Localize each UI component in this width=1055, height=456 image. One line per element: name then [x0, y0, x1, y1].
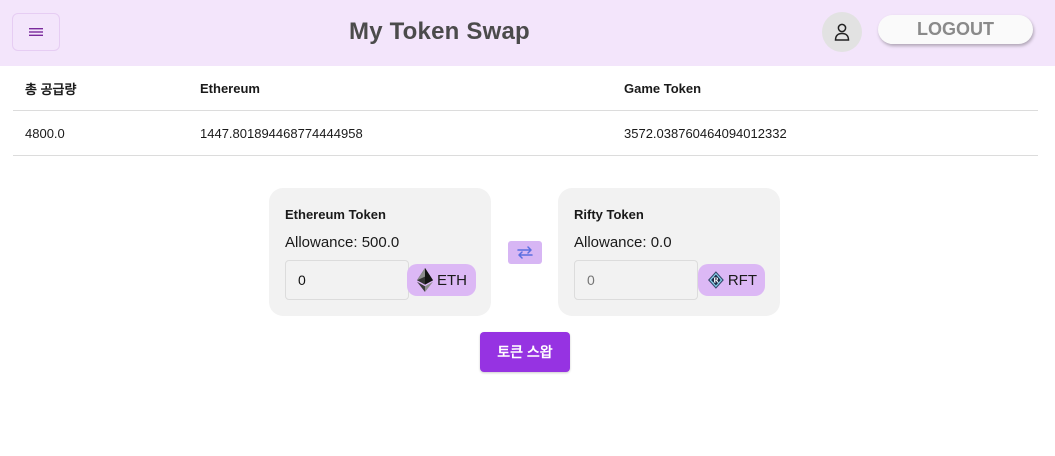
switch-direction-button[interactable]: [508, 241, 542, 264]
user-icon: [834, 23, 850, 41]
logout-button[interactable]: LOGOUT: [878, 15, 1033, 44]
supply-table: 총 공급량 Ethereum Game Token 4800.0 1447.80…: [13, 66, 1038, 156]
to-token-card: Rifty Token Allowance: 0.0 R RFT: [558, 188, 780, 316]
token-swap-button[interactable]: 토큰 스왑: [480, 332, 570, 372]
cell-total-supply: 4800.0: [25, 125, 65, 141]
hamburger-icon: [29, 28, 43, 36]
to-token-title: Rifty Token: [574, 207, 644, 222]
to-token-symbol: RFT: [727, 271, 757, 289]
app-title: My Token Swap: [349, 18, 530, 45]
from-token-card: Ethereum Token Allowance: 500.0 ETH: [269, 188, 491, 316]
column-header-ethereum: Ethereum: [200, 80, 260, 96]
menu-button[interactable]: [12, 13, 60, 51]
cell-ethereum-supply: 1447.801894468774444958: [200, 125, 363, 141]
to-token-allowance: Allowance: 0.0: [574, 234, 672, 251]
app-header: My Token Swap LOGOUT: [0, 0, 1055, 66]
ethereum-icon: [417, 268, 433, 292]
from-token-title: Ethereum Token: [285, 207, 386, 222]
from-token-selector[interactable]: ETH: [407, 264, 476, 296]
table-header-row: 총 공급량 Ethereum Game Token: [13, 66, 1038, 111]
column-header-total-supply: 총 공급량: [25, 81, 77, 97]
to-token-selector[interactable]: R RFT: [698, 264, 765, 296]
table-row: 4800.0 1447.801894468774444958 3572.0387…: [13, 111, 1038, 156]
to-amount-input[interactable]: [574, 260, 698, 300]
column-header-game-token: Game Token: [624, 80, 702, 96]
cell-game-token-supply: 3572.038760464094012332: [624, 125, 787, 141]
user-account-button[interactable]: [822, 12, 862, 52]
from-token-allowance: Allowance: 500.0: [285, 234, 400, 251]
swap-arrows-icon: [517, 246, 533, 259]
rifty-token-icon: R: [708, 271, 724, 289]
from-token-symbol: ETH: [437, 271, 467, 289]
svg-text:R: R: [713, 277, 719, 285]
from-amount-input[interactable]: [285, 260, 409, 300]
